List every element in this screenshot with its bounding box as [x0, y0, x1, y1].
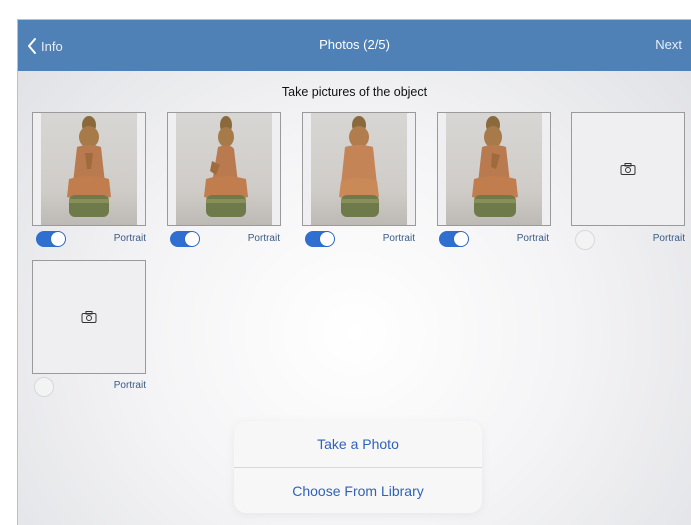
portrait-label: Portrait — [382, 233, 415, 244]
portrait-toggle[interactable] — [439, 231, 469, 247]
portrait-label: Portrait — [652, 233, 685, 244]
action-sheet: Take a Photo Choose From Library — [234, 421, 482, 513]
photo-thumbnail — [41, 113, 137, 225]
statue-side-image — [204, 116, 248, 217]
take-photo-button[interactable]: Take a Photo — [234, 421, 482, 467]
photo-thumbnail — [176, 113, 272, 225]
portrait-label: Portrait — [113, 233, 146, 244]
page-title: Photos (2/5) — [319, 37, 390, 52]
statue-three-quarter-image — [472, 116, 518, 217]
photo-tile-4[interactable] — [437, 112, 551, 226]
portrait-toggle[interactable] — [34, 377, 54, 397]
navigation-bar: Info Photos (2/5) Next — [18, 20, 691, 71]
portrait-label: Portrait — [247, 233, 280, 244]
instruction-text: Take pictures of the object — [281, 85, 428, 99]
portrait-toggle[interactable] — [36, 231, 66, 247]
portrait-toggle[interactable] — [170, 231, 200, 247]
photo-tile-6-empty[interactable] — [32, 260, 146, 374]
photo-thumbnail — [311, 113, 407, 225]
camera-icon — [81, 311, 97, 323]
portrait-toggle[interactable] — [575, 230, 595, 250]
photo-tile-3[interactable] — [302, 112, 416, 226]
photo-thumbnail — [446, 113, 542, 225]
statue-back-image — [339, 116, 379, 217]
choose-from-library-button[interactable]: Choose From Library — [234, 468, 482, 513]
statue-front-image — [67, 116, 111, 217]
photo-tile-1[interactable] — [32, 112, 146, 226]
photo-tile-5-empty[interactable] — [571, 112, 685, 226]
portrait-label: Portrait — [113, 380, 146, 391]
next-button[interactable]: Next — [655, 37, 682, 52]
app-frame: Info Photos (2/5) Next Take pictures of … — [17, 19, 691, 525]
portrait-toggle[interactable] — [305, 231, 335, 247]
photo-tile-2[interactable] — [167, 112, 281, 226]
portrait-label: Portrait — [516, 233, 549, 244]
camera-icon — [620, 163, 636, 175]
